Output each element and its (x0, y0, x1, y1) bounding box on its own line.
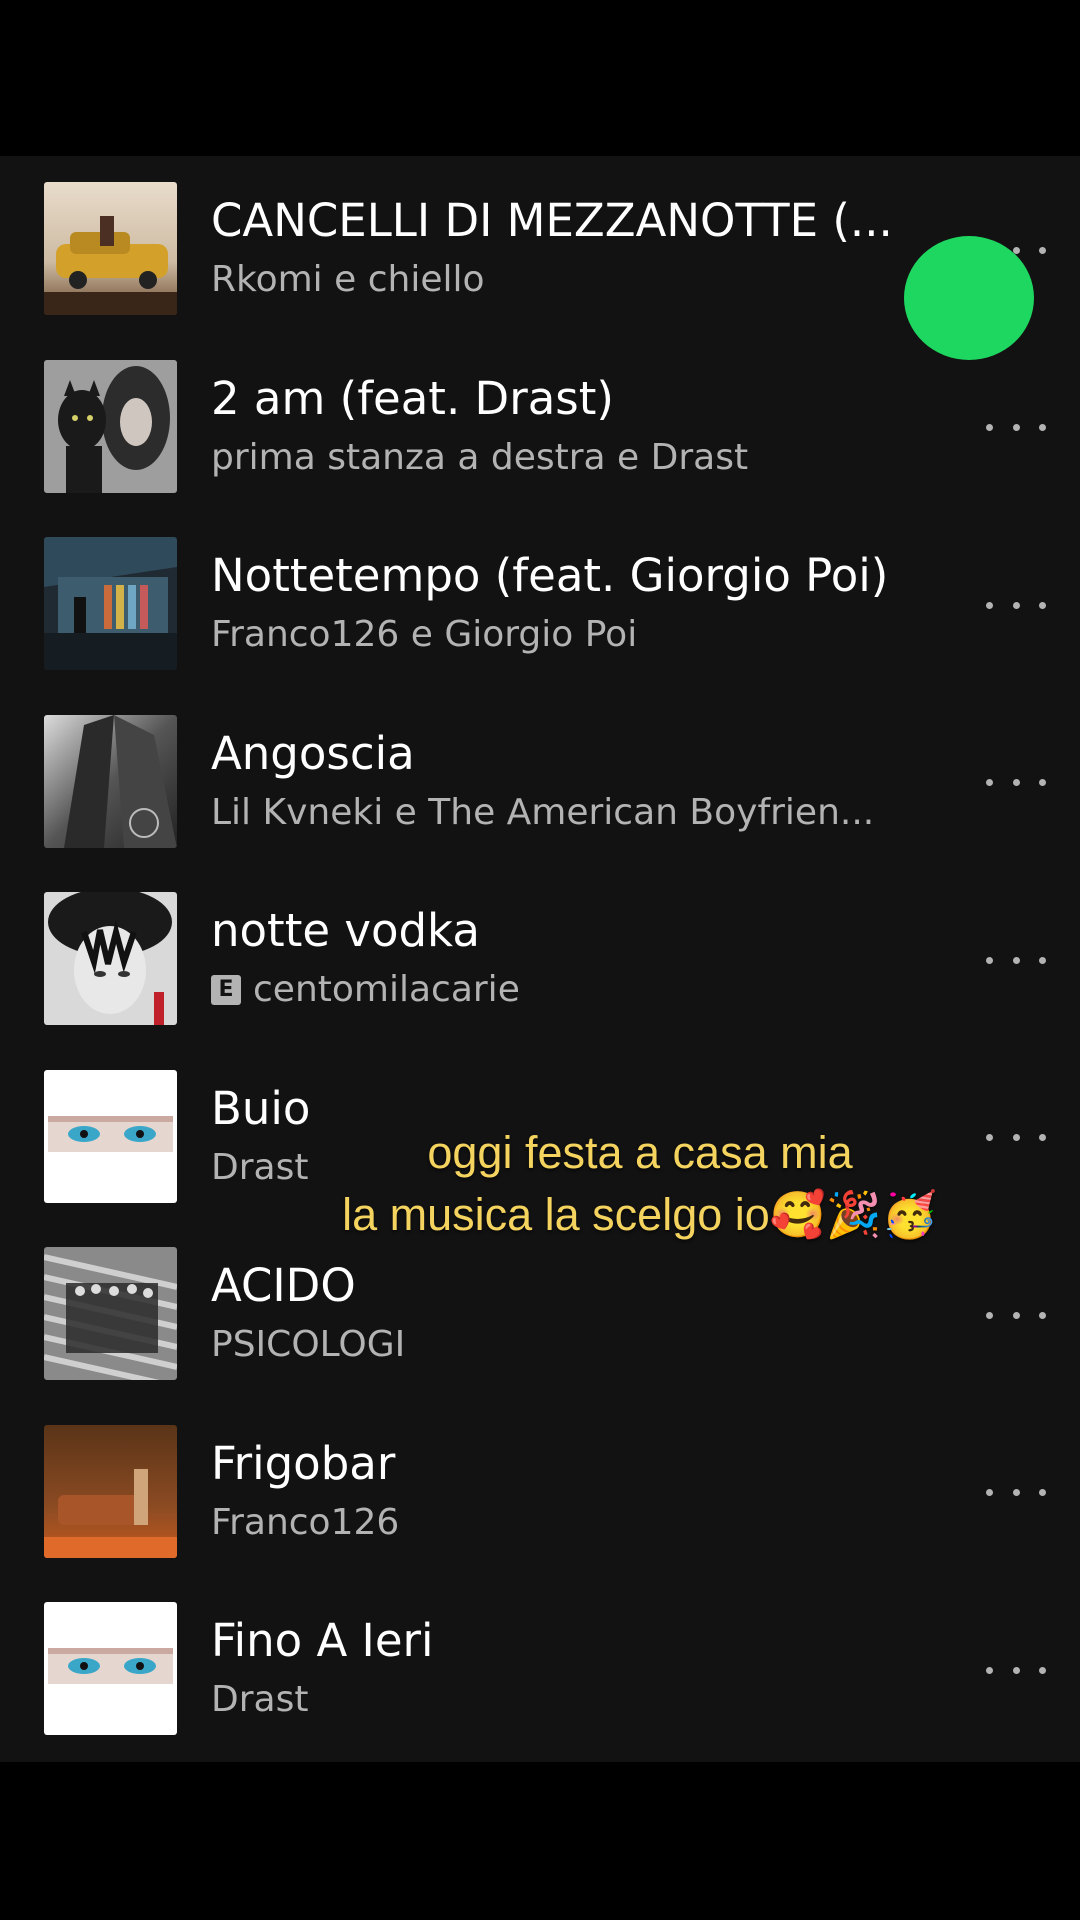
caption-line-1: oggi festa a casa mia (427, 1127, 853, 1178)
more-options-icon[interactable] (986, 950, 1046, 970)
artist-text: prima stanza a destra e Drast (211, 436, 749, 478)
track-title: Fino A Ieri (211, 1614, 434, 1667)
artist-text: centomilacarie (253, 969, 520, 1010)
artist-text: PSICOLOGI (211, 1324, 406, 1365)
track-artist: prima stanza a destra e Drast (211, 436, 901, 480)
track-artist: Ecentomilacarie (211, 968, 901, 1012)
track-row[interactable]: Frigobar Franco126 (0, 1424, 1080, 1603)
album-cover (44, 892, 177, 1025)
track-row[interactable]: notte vodka Ecentomilacarie (0, 892, 1080, 1070)
track-row[interactable]: Fino A Ieri Drast (0, 1602, 1080, 1762)
top-black-bar (0, 0, 1080, 156)
album-cover (44, 1247, 177, 1380)
album-cover (44, 1424, 177, 1558)
artist-text: Drast (211, 1679, 309, 1720)
track-title: ACIDO (211, 1259, 356, 1312)
album-cover (44, 537, 177, 670)
bottom-black-bar (0, 1762, 1080, 1920)
album-cover (44, 1602, 177, 1735)
more-options-icon[interactable] (986, 418, 1046, 438)
more-options-icon[interactable] (986, 595, 1046, 615)
track-artist: PSICOLOGI (211, 1323, 901, 1367)
track-artist: Drast (211, 1678, 901, 1722)
track-artist: Lil Kvneki e The American Boyfrien... (211, 791, 901, 835)
track-row[interactable]: Angoscia Lil Kvneki e The American Boyfr… (0, 714, 1080, 893)
track-artist: Franco126 e Giorgio Poi (211, 613, 901, 657)
track-row[interactable]: ACIDO PSICOLOGI (0, 1247, 1080, 1425)
artist-text: Franco126 (211, 1501, 400, 1543)
track-title: 2 am (feat. Drast) (211, 371, 614, 425)
explicit-badge: E (211, 975, 241, 1005)
artist-text: Lil Kvneki e The American Boyfrien... (211, 791, 875, 833)
album-cover (44, 714, 177, 848)
track-title: Frigobar (211, 1436, 396, 1490)
more-options-icon[interactable] (986, 1305, 1046, 1325)
artist-text: Rkomi e chiello (211, 259, 485, 300)
track-title: CANCELLI DI MEZZANOTTE (... (211, 194, 893, 247)
track-list: CANCELLI DI MEZZANOTTE (... Rkomi e chie… (0, 156, 1080, 1762)
play-button[interactable] (904, 236, 1034, 360)
album-cover (44, 182, 177, 315)
artist-text: Franco126 e Giorgio Poi (211, 614, 638, 655)
track-artist: Franco126 (211, 1501, 901, 1545)
more-options-icon[interactable] (986, 1660, 1046, 1680)
track-title: Nottetempo (feat. Giorgio Poi) (211, 549, 889, 602)
album-cover (44, 1069, 177, 1203)
track-row[interactable]: 2 am (feat. Drast) prima stanza a destra… (0, 359, 1080, 538)
album-cover (44, 359, 177, 493)
more-options-icon[interactable] (986, 1128, 1046, 1148)
track-artist: Rkomi e chiello (211, 258, 901, 302)
track-row[interactable]: Nottetempo (feat. Giorgio Poi) Franco126… (0, 537, 1080, 715)
video-caption-overlay: oggi festa a casa mia la musica la scelg… (300, 1122, 980, 1246)
track-title: Angoscia (211, 726, 415, 780)
more-options-icon[interactable] (986, 1483, 1046, 1503)
track-title: notte vodka (211, 904, 480, 957)
artist-text: Drast (211, 1146, 309, 1188)
more-options-icon[interactable] (986, 773, 1046, 793)
caption-line-2: la musica la scelgo io🥰🎉🥳 (342, 1189, 938, 1240)
